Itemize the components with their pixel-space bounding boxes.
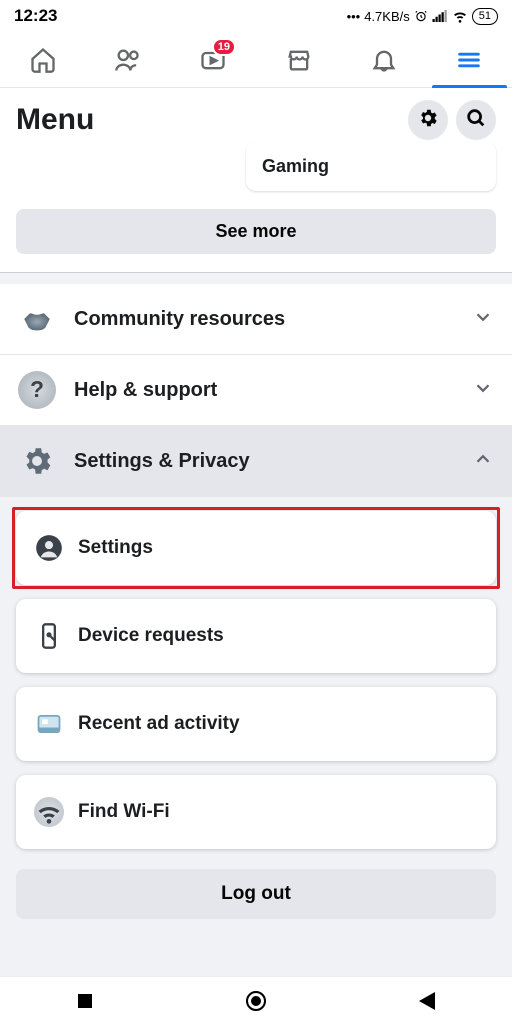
logout-button[interactable]: Log out	[16, 869, 496, 919]
shortcut-gaming[interactable]: Gaming	[246, 142, 496, 191]
wifi-icon	[34, 797, 64, 827]
item-recent-ad-activity[interactable]: Recent ad activity	[16, 687, 496, 761]
page-header: Menu	[0, 88, 512, 142]
nav-back[interactable]	[407, 992, 447, 1010]
page-title: Menu	[16, 103, 94, 137]
nav-home[interactable]	[236, 991, 276, 1011]
settings-gear-button[interactable]	[408, 100, 448, 140]
net-speed: 4.7KB/s	[364, 9, 410, 24]
chevron-down-icon	[472, 306, 494, 333]
tab-marketplace[interactable]	[256, 32, 341, 87]
status-right: ••• 4.7KB/s 51	[347, 8, 498, 25]
item-label: Find Wi-Fi	[78, 801, 170, 823]
alarm-icon	[414, 9, 428, 23]
signal-icon	[432, 10, 448, 22]
ad-activity-icon	[34, 709, 64, 739]
android-nav-bar	[0, 976, 512, 1024]
divider	[0, 272, 512, 284]
battery-level: 51	[472, 8, 498, 25]
row-label: Help & support	[74, 379, 454, 402]
chevron-down-icon	[472, 377, 494, 404]
tab-notifications[interactable]	[341, 32, 426, 87]
wifi-icon	[452, 8, 468, 24]
shortcut-row: Gaming	[0, 142, 512, 209]
row-label: Community resources	[74, 308, 454, 331]
person-circle-icon	[34, 533, 64, 563]
status-bar: 12:23 ••• 4.7KB/s 51	[0, 0, 512, 32]
tab-home[interactable]	[0, 32, 85, 87]
content-area: Gaming See more Community resources ? He…	[0, 142, 512, 976]
row-settings-privacy[interactable]: Settings & Privacy	[0, 426, 512, 497]
help-icon: ?	[18, 371, 56, 409]
phone-key-icon	[34, 621, 64, 651]
shortcut-label: Gaming	[262, 156, 329, 176]
svg-text:?: ?	[30, 376, 44, 402]
row-help-support[interactable]: ? Help & support	[0, 355, 512, 426]
tab-friends[interactable]	[85, 32, 170, 87]
chevron-up-icon	[472, 448, 494, 475]
item-label: Settings	[78, 537, 153, 559]
status-time: 12:23	[14, 6, 57, 26]
watch-badge: 19	[212, 38, 236, 56]
search-icon	[465, 107, 487, 134]
tab-menu[interactable]	[427, 32, 512, 87]
item-label: Device requests	[78, 625, 224, 647]
item-settings[interactable]: Settings	[16, 511, 496, 585]
see-more-button[interactable]: See more	[16, 209, 496, 254]
row-label: Settings & Privacy	[74, 450, 454, 473]
item-device-requests[interactable]: Device requests	[16, 599, 496, 673]
top-tab-bar: 19	[0, 32, 512, 88]
more-indicator: •••	[347, 9, 361, 24]
tab-watch[interactable]: 19	[171, 32, 256, 87]
item-label: Recent ad activity	[78, 713, 240, 735]
settings-privacy-items: Settings Device requests Recent ad activ…	[0, 497, 512, 849]
row-community-resources[interactable]: Community resources	[0, 284, 512, 355]
gear-icon	[18, 442, 56, 480]
search-button[interactable]	[456, 100, 496, 140]
gear-icon	[417, 107, 439, 134]
handshake-icon	[18, 300, 56, 338]
nav-recent[interactable]	[65, 994, 105, 1008]
item-find-wifi[interactable]: Find Wi-Fi	[16, 775, 496, 849]
